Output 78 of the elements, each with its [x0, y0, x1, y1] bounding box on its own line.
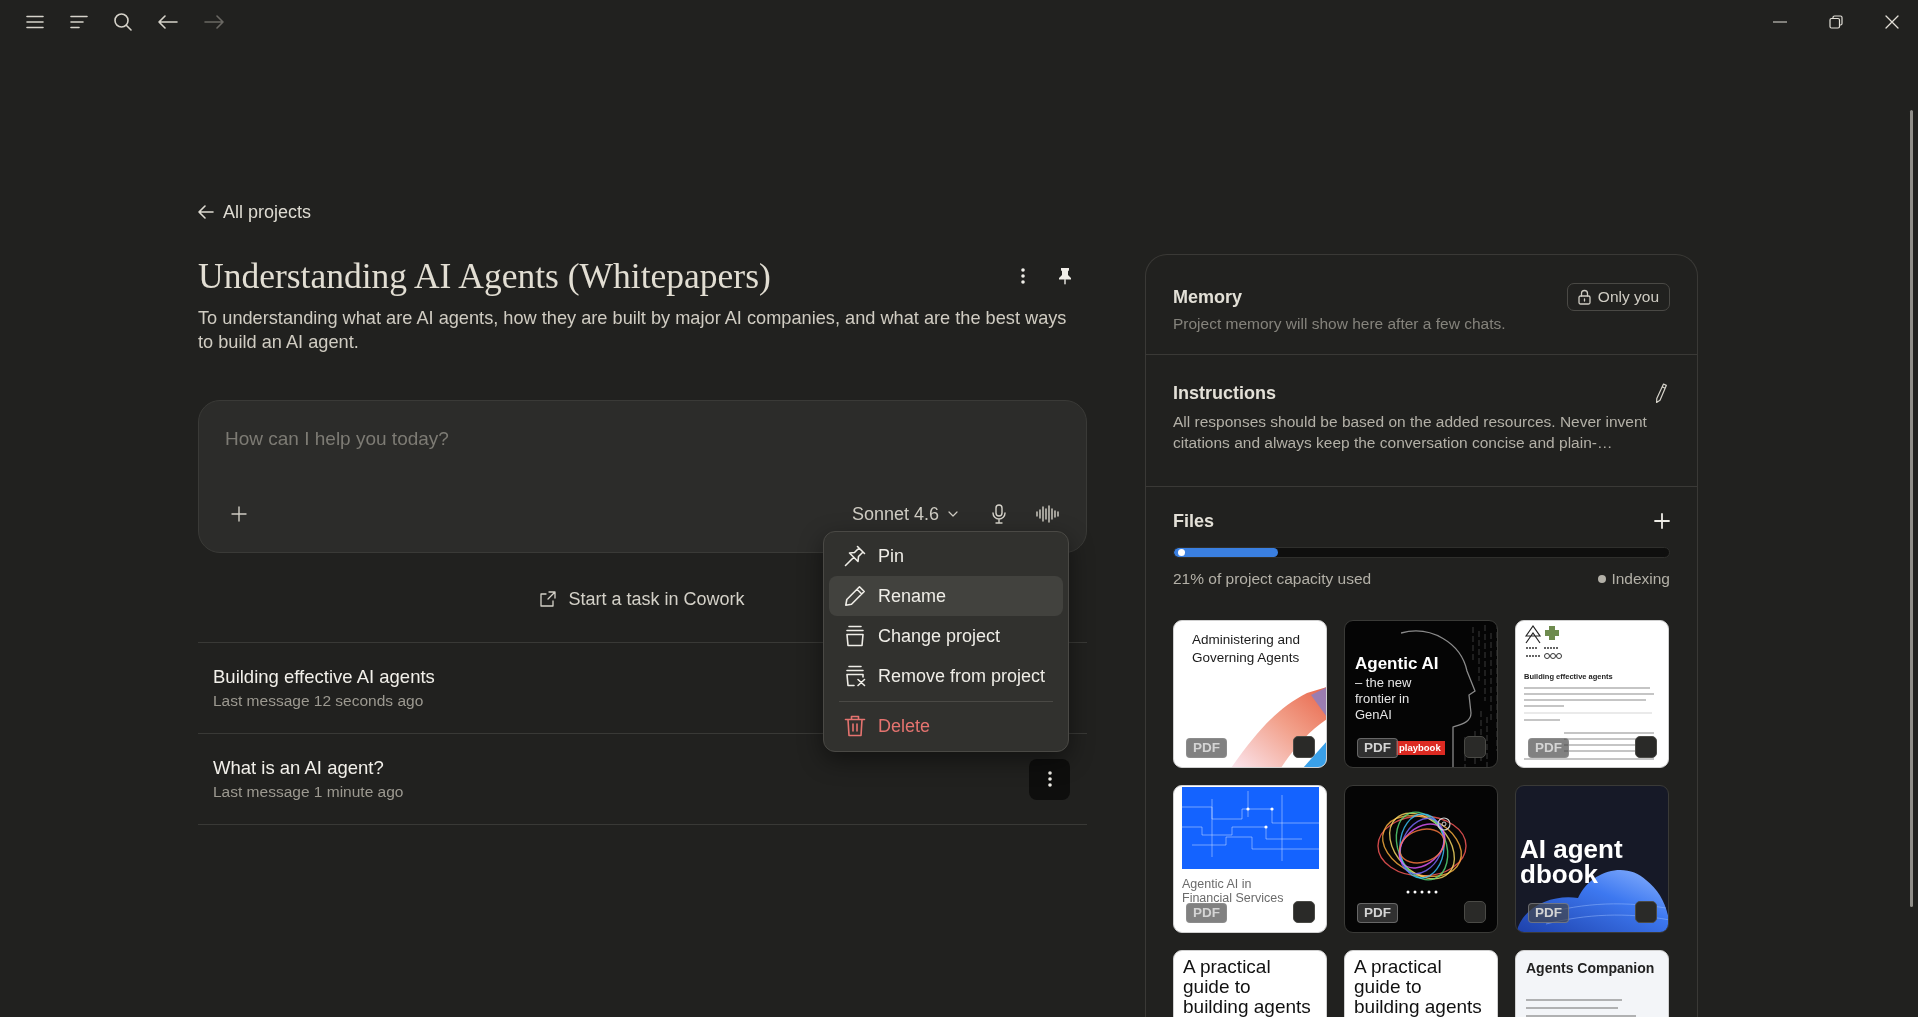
back-arrow-icon[interactable]	[158, 15, 178, 29]
project-title: Understanding AI Agents (Whitepapers)	[198, 255, 772, 297]
select-checkbox[interactable]	[1635, 901, 1657, 923]
stacked-box-icon	[844, 625, 866, 647]
message-input[interactable]: How can I help you today?	[225, 425, 1060, 453]
chat-timestamp: Last message 1 minute ago	[213, 781, 404, 802]
file-type-badge: PDF	[1186, 903, 1227, 923]
file-card[interactable]: AI agent dbook PDF	[1515, 785, 1669, 933]
file-card[interactable]: Agentic AI – the new frontier in GenAI PDF playbook	[1344, 620, 1498, 768]
document-title: Agents Companion	[1526, 959, 1656, 977]
section-title: Memory	[1173, 286, 1243, 308]
more-icon	[1047, 771, 1052, 787]
pencil-icon	[844, 585, 866, 607]
select-checkbox[interactable]	[1293, 901, 1315, 923]
menu-item[interactable]: Pin	[829, 536, 1063, 576]
project-description: To understanding what are AI agents, how they are built by major AI companies, and what are the best ways to build an AI agent.	[198, 307, 1068, 354]
file-type-badge: PDF	[1357, 738, 1398, 758]
file-card[interactable]: Agentic AI in Financial Services PDF	[1173, 785, 1327, 933]
lines-icon[interactable]	[70, 15, 88, 29]
lock-icon	[1577, 289, 1591, 305]
document-title: AI agent dbook	[1520, 837, 1624, 887]
menu-icon[interactable]	[26, 15, 44, 29]
status-dot-icon	[1598, 575, 1607, 583]
document-title: Administering and Governing Agents	[1192, 631, 1302, 667]
menu-item[interactable]: Rename	[829, 576, 1063, 616]
menu-item[interactable]: Remove from project	[829, 656, 1063, 696]
visibility-button[interactable]: Only you	[1566, 283, 1670, 311]
microphone-icon[interactable]	[992, 504, 1006, 524]
file-type-badge: PDF	[1357, 903, 1398, 923]
menu-item[interactable]: Delete	[829, 706, 1063, 746]
box-remove-icon	[844, 665, 866, 687]
scrollbar[interactable]	[1910, 110, 1913, 907]
instructions-text: All responses should be based on the added resources. Never invent citations and always keep the conversation concise and plain-…	[1173, 412, 1648, 453]
file-type-badge: PDF	[1528, 903, 1569, 923]
capacity-label: 21% of project capacity used	[1173, 569, 1372, 589]
document-subtitle: – the new frontier in GenAI	[1355, 675, 1413, 723]
pin-icon	[844, 545, 866, 567]
select-checkbox[interactable]	[1464, 901, 1486, 923]
file-type-badge: PDF	[1528, 738, 1569, 758]
model-selector[interactable]: Sonnet 4.6	[851, 503, 958, 525]
document-title: Agentic AI	[1355, 654, 1440, 674]
restore-icon[interactable]	[1829, 15, 1843, 29]
file-card[interactable]: Administering and Governing Agents PDF	[1173, 620, 1327, 768]
select-checkbox[interactable]	[1293, 736, 1315, 758]
pin-icon[interactable]	[1058, 267, 1072, 285]
menu-item[interactable]: Change project	[829, 616, 1063, 656]
cowork-link[interactable]: Start a task in Cowork	[540, 587, 745, 611]
select-checkbox[interactable]	[1635, 736, 1657, 758]
edit-icon[interactable]	[1655, 383, 1667, 403]
memory-text: Project memory will show here after a few chats.	[1173, 314, 1507, 334]
file-card[interactable]: Agents Companion	[1515, 950, 1669, 1017]
document-title: A practical guide to building agents	[1354, 957, 1483, 1017]
section-title: Instructions	[1173, 382, 1276, 404]
file-type-badge: PDF	[1186, 738, 1227, 758]
chat-title[interactable]: Building effective AI agents	[213, 664, 435, 689]
more-button[interactable]	[1029, 758, 1070, 800]
chat-timestamp: Last message 12 seconds ago	[213, 690, 424, 711]
trash-icon	[844, 715, 866, 737]
document-title: Agentic AI in Financial Services	[1182, 877, 1285, 905]
status-label: Indexing	[1611, 569, 1670, 589]
external-link-icon	[540, 591, 557, 607]
more-icon[interactable]	[1021, 268, 1025, 284]
file-card[interactable]: PDF	[1344, 785, 1498, 933]
plus-icon[interactable]	[231, 506, 247, 522]
select-checkbox[interactable]	[1464, 736, 1486, 758]
chevron-down-icon	[948, 511, 958, 517]
file-card[interactable]: A practical guide to building agents	[1344, 950, 1498, 1017]
search-icon[interactable]	[114, 13, 132, 31]
waveform-icon[interactable]	[1036, 505, 1060, 523]
document-title: A practical guide to building agents	[1183, 957, 1312, 1017]
document-tag: playbook	[1396, 741, 1445, 755]
add-icon[interactable]	[1654, 513, 1670, 529]
close-icon[interactable]	[1885, 15, 1899, 29]
file-card[interactable]: A practical guide to building agents	[1173, 950, 1327, 1017]
all-projects-link[interactable]: All projects	[198, 200, 312, 224]
section-title: Files	[1173, 510, 1215, 532]
chat-title[interactable]: What is an AI agent?	[213, 755, 384, 780]
back-arrow-icon	[198, 205, 214, 219]
